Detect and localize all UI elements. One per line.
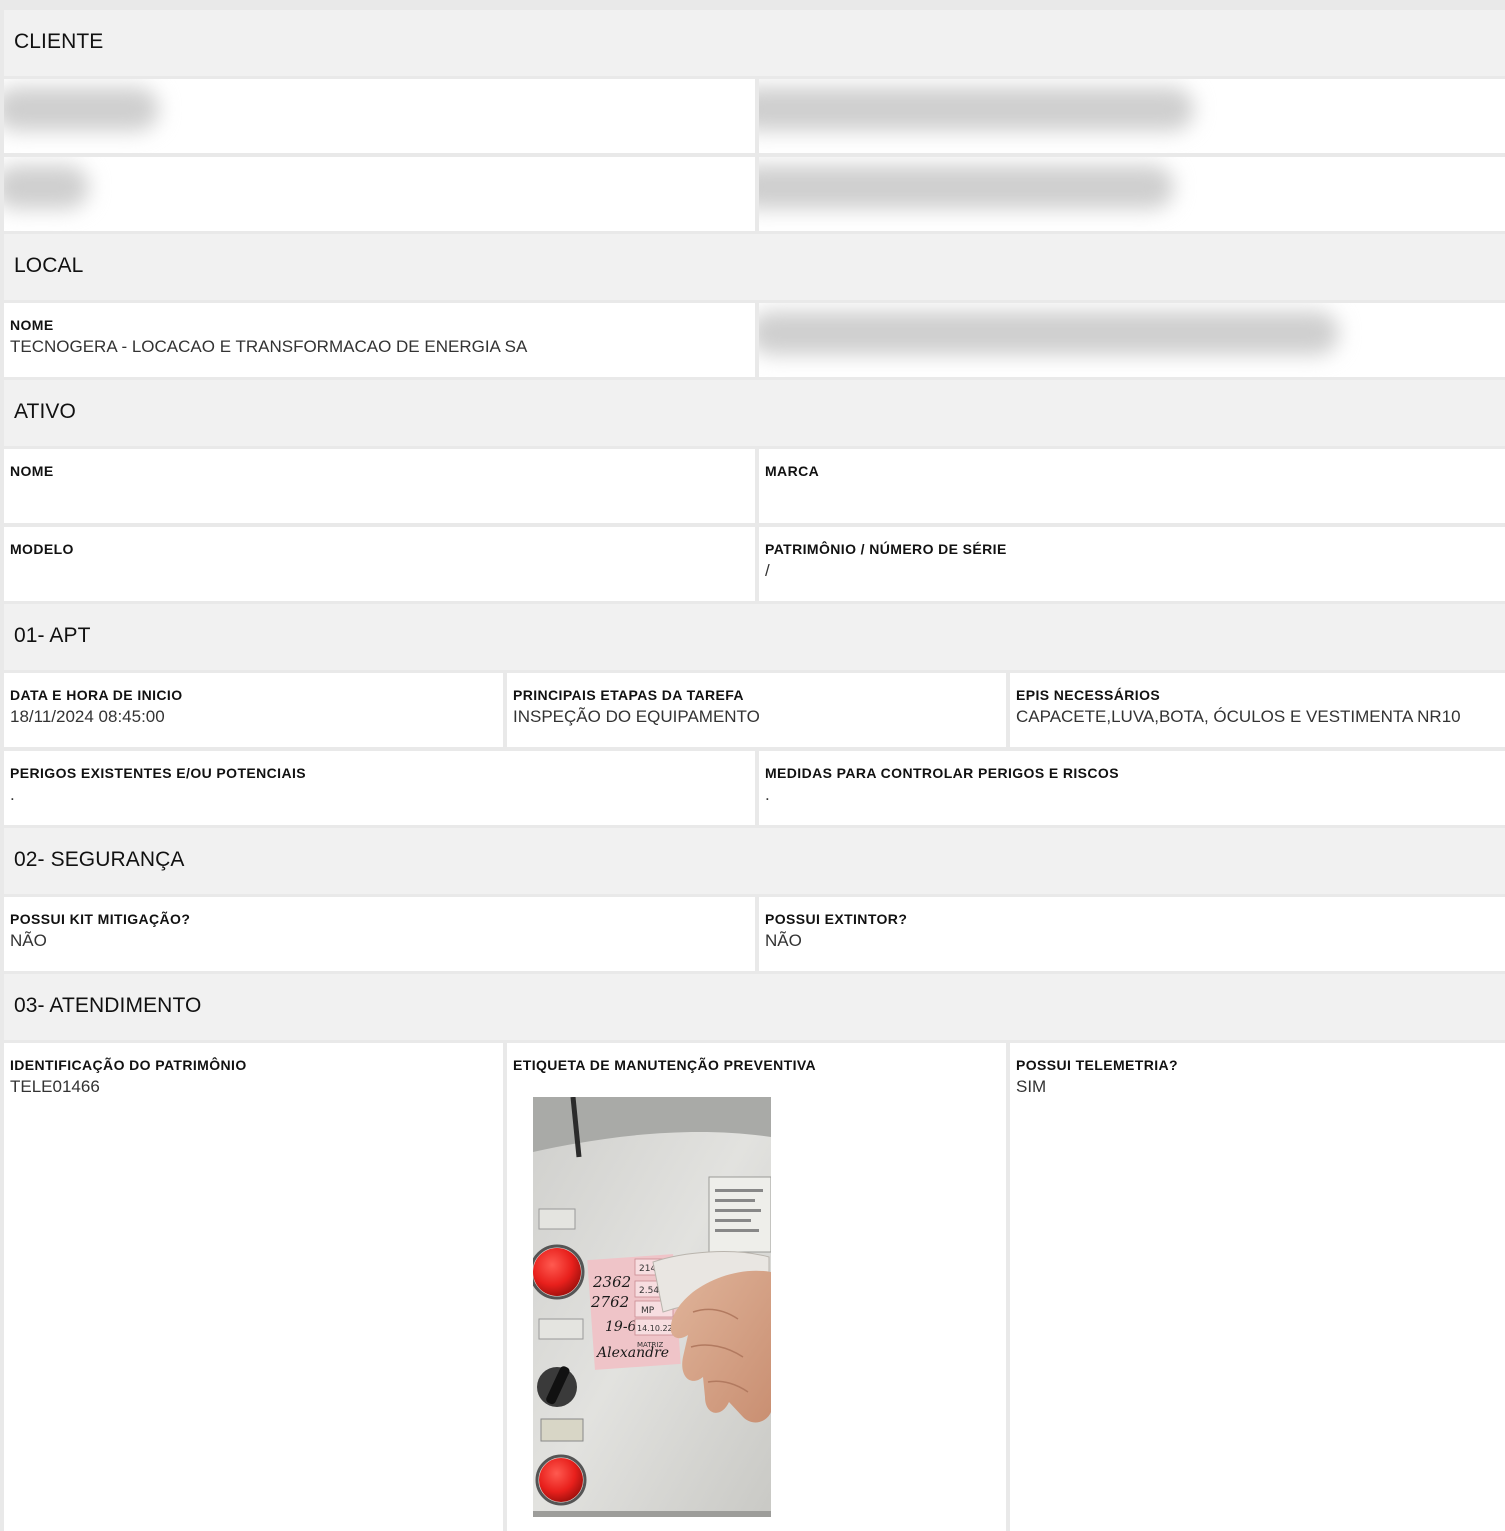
field-value: NÃO (765, 931, 802, 950)
field-value: / (765, 561, 770, 580)
section-header-local: LOCAL (4, 234, 1505, 300)
section-header-ativo: ATIVO (4, 380, 1505, 446)
plate-text-line (715, 1199, 755, 1202)
field-value: TELE01466 (10, 1077, 100, 1096)
section-header-apt: 01- APT (4, 604, 1505, 670)
field-apt-data: DATA E HORA DE INICIO 18/11/2024 08:45:0… (4, 673, 503, 747)
field-label: IDENTIFICAÇÃO DO PATRIMÔNIO (10, 1057, 247, 1073)
field-value: 18/11/2024 08:45:00 (10, 707, 165, 726)
field-ativo-marca: MARCA (759, 449, 1505, 523)
field-label: DATA E HORA DE INICIO (10, 687, 183, 703)
section-title: 01- APT (14, 624, 91, 647)
tag-line-2: 2762 (590, 1293, 629, 1311)
inspection-report: CLIENTE LOCAL NOME TECNOGERA - LOCACAO E… (0, 0, 1505, 1531)
field-atendimento-telemetria: POSSUI TELEMETRIA? SIM (1010, 1043, 1505, 1531)
field-value: SIM (1016, 1077, 1047, 1096)
red-button-top (533, 1248, 581, 1296)
field-label: MEDIDAS PARA CONTROLAR PERIGOS E RISCOS (765, 765, 1119, 781)
cliente-field-2 (759, 79, 1505, 153)
field-seguranca-kit: POSSUI KIT MITIGAÇÃO? NÃO (4, 897, 755, 971)
field-label: ETIQUETA DE MANUTENÇÃO PREVENTIVA (513, 1057, 817, 1073)
cliente-field-4 (759, 157, 1505, 231)
section-title: ATIVO (14, 400, 76, 423)
small-panel-label (540, 1418, 584, 1442)
cliente-field-1 (4, 79, 755, 153)
section-title: 03- ATENDIMENTO (14, 994, 202, 1017)
section-header-cliente: CLIENTE (4, 10, 1505, 76)
redacted-value (759, 87, 1194, 131)
photo-bottom-edge (533, 1511, 771, 1517)
field-value: CAPACETE,LUVA,BOTA, ÓCULOS E VESTIMENTA … (1016, 707, 1461, 726)
field-label: MARCA (765, 463, 820, 479)
panel-name-plate (708, 1176, 771, 1253)
section-header-seguranca: 02- SEGURANÇA (4, 828, 1505, 894)
redacted-value (4, 87, 159, 131)
field-value: . (765, 785, 770, 804)
field-seguranca-extintor: POSSUI EXTINTOR? NÃO (759, 897, 1505, 971)
field-apt-epis: EPIS NECESSÁRIOS CAPACETE,LUVA,BOTA, ÓCU… (1010, 673, 1505, 747)
plate-text-line (715, 1189, 763, 1192)
section-title: LOCAL (14, 254, 84, 277)
field-label: PRINCIPAIS ETAPAS DA TAREFA (513, 687, 744, 703)
field-value: . (10, 785, 15, 804)
redacted-value (759, 311, 1339, 355)
tag-cell-3: MP (641, 1306, 655, 1316)
section-header-atendimento: 03- ATENDIMENTO (4, 974, 1505, 1040)
field-ativo-patrimonio: PATRIMÔNIO / NÚMERO DE SÉRIE / (759, 527, 1505, 601)
field-label: EPIS NECESSÁRIOS (1016, 687, 1161, 703)
tag-cell-4: 14.10.22 (637, 1324, 673, 1333)
small-panel-label (538, 1208, 576, 1230)
field-label: POSSUI TELEMETRIA? (1016, 1057, 1178, 1073)
redacted-value (4, 165, 89, 209)
cliente-field-3 (4, 157, 755, 231)
field-label: POSSUI KIT MITIGAÇÃO? (10, 911, 191, 927)
field-label: NOME (10, 463, 54, 479)
section-title: 02- SEGURANÇA (14, 848, 185, 871)
red-button-bottom (539, 1458, 583, 1502)
field-label: NOME (10, 317, 54, 333)
plate-text-line (715, 1229, 759, 1232)
tag-cell-5: MATRIZ (637, 1341, 663, 1349)
field-apt-perigos: PERIGOS EXISTENTES E/OU POTENCIAIS . (4, 751, 755, 825)
field-atendimento-identificacao: IDENTIFICAÇÃO DO PATRIMÔNIO TELE01466 (4, 1043, 503, 1531)
redacted-value (759, 165, 1174, 209)
tag-line-1: 2362 (592, 1273, 631, 1291)
tag-line-3: 19-6 (605, 1319, 637, 1335)
field-label: PERIGOS EXISTENTES E/OU POTENCIAIS (10, 765, 306, 781)
field-label: PATRIMÔNIO / NÚMERO DE SÉRIE (765, 541, 1007, 557)
plate-text-line (715, 1219, 751, 1222)
small-panel-label (538, 1318, 584, 1340)
field-apt-etapas: PRINCIPAIS ETAPAS DA TAREFA INSPEÇÃO DO … (507, 673, 1006, 747)
field-value: NÃO (10, 931, 47, 950)
field-value: TECNOGERA - LOCACAO E TRANSFORMACAO DE E… (10, 337, 528, 356)
plate-text-line (715, 1209, 761, 1212)
field-apt-medidas: MEDIDAS PARA CONTROLAR PERIGOS E RISCOS … (759, 751, 1505, 825)
field-ativo-modelo: MODELO (4, 527, 755, 601)
maintenance-tag-photo[interactable]: 2362 2762 19-6 Alexandre 2145 2.545 MP 1… (533, 1097, 771, 1517)
field-local-nome: NOME TECNOGERA - LOCACAO E TRANSFORMACAO… (4, 303, 755, 377)
field-label: MODELO (10, 541, 74, 557)
field-local-redacted (759, 303, 1505, 377)
section-title: CLIENTE (14, 30, 104, 53)
field-value: INSPEÇÃO DO EQUIPAMENTO (513, 707, 760, 726)
field-ativo-nome: NOME (4, 449, 755, 523)
field-label: POSSUI EXTINTOR? (765, 911, 908, 927)
